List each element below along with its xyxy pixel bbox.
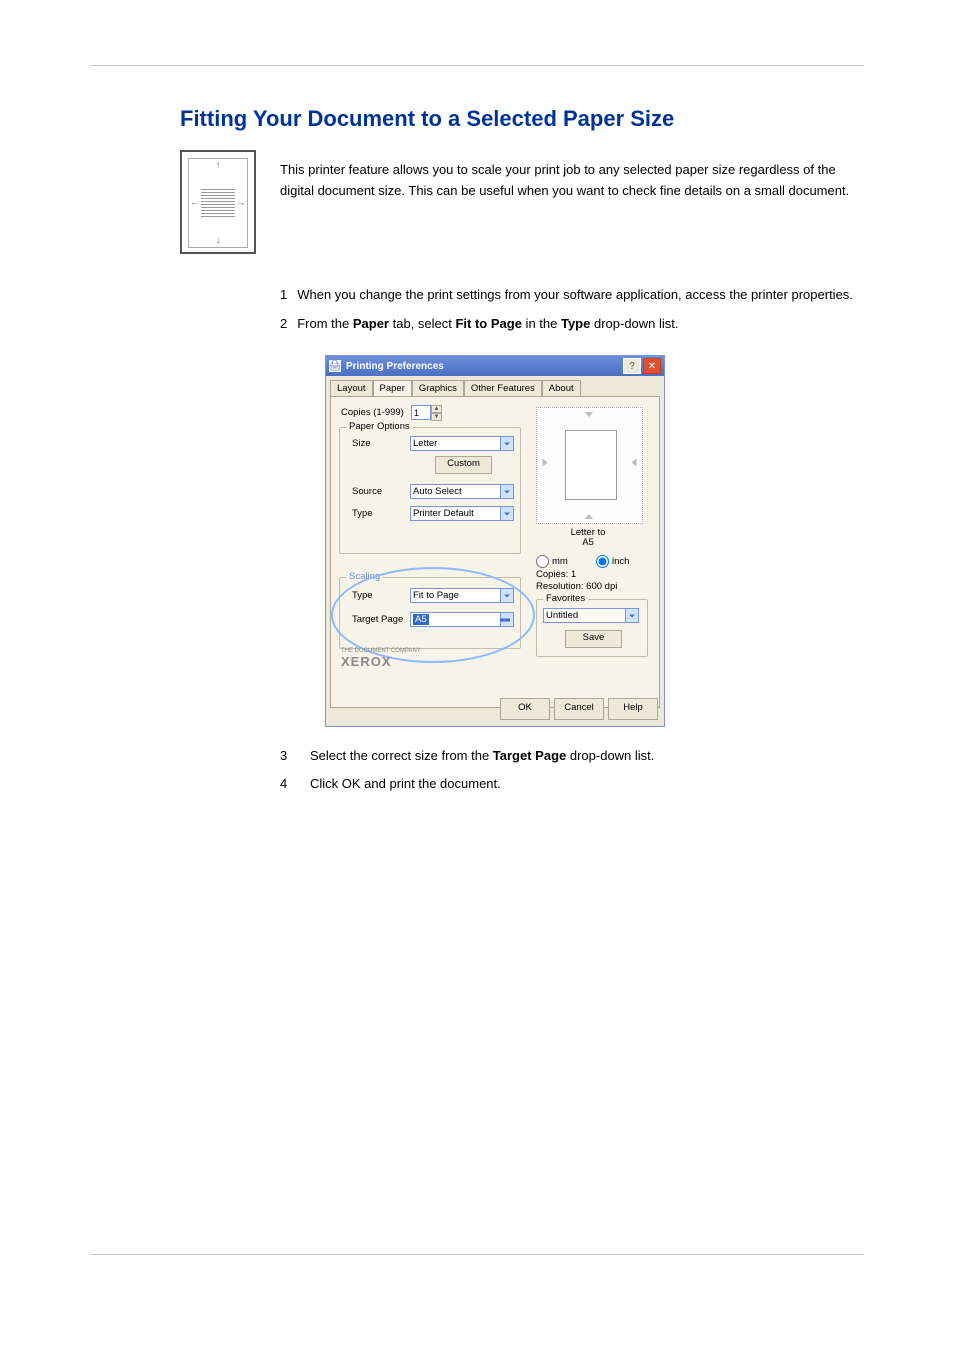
chevron-down-icon [629,614,635,617]
step-3-number: 3 [280,745,310,767]
dialog-titlebar: 🖨 Printing Preferences ? ✕ [326,356,664,376]
unit-inch-radio[interactable]: inch [596,555,629,568]
fit-to-page-illustration: ↑ ↓ ← → [180,150,256,254]
copies-label: Copies (1-999) [341,407,404,418]
favorites-group: Favorites Untitled Save [536,599,648,657]
step-3-text: Select the correct size from the Target … [310,745,654,767]
chevron-down-icon [500,618,510,621]
copies-up[interactable]: ▲ [431,405,442,413]
chevron-down-icon [504,512,510,515]
step-2-text: From the Paper tab, select Fit to Page i… [297,314,678,335]
printing-preferences-dialog: 🖨 Printing Preferences ? ✕ Layout Paper … [325,355,665,727]
tab-other-features[interactable]: Other Features [464,380,542,396]
tab-strip: Layout Paper Graphics Other Features Abo… [330,380,660,396]
paper-type-label: Type [352,508,373,519]
status-copies: Copies: 1 [536,569,576,580]
paper-type-select[interactable]: Printer Default [410,506,514,521]
tab-graphics[interactable]: Graphics [412,380,464,396]
help-titlebar-button[interactable]: ? [623,358,641,374]
save-favorites-button[interactable]: Save [565,630,622,648]
unit-mm-radio[interactable]: mm [536,555,568,568]
cancel-button[interactable]: Cancel [554,698,604,720]
size-select[interactable]: Letter [410,436,514,451]
favorites-legend: Favorites [543,593,588,604]
step-1-text: When you change the print settings from … [297,285,853,306]
close-button[interactable]: ✕ [643,358,661,374]
tab-layout[interactable]: Layout [330,380,373,396]
triangle-icon [585,412,593,417]
chevron-down-icon [504,490,510,493]
step-1-number: 1 [280,285,297,306]
scaling-type-label: Type [352,590,373,601]
custom-button[interactable]: Custom [435,456,492,474]
tab-paper[interactable]: Paper [373,380,412,396]
target-page-select[interactable]: A5 [410,612,514,627]
preview-page [565,430,617,500]
triangle-icon [632,459,637,467]
scaling-group: Scaling Type Fit to Page Target Page A5 [339,577,521,649]
help-button[interactable]: Help [608,698,658,720]
copies-down[interactable]: ▼ [431,413,442,421]
step-2-number: 2 [280,314,297,335]
tab-panel-paper: Copies (1-999) ▲▼ Paper Options Size Let… [330,396,660,708]
copies-spinner[interactable]: ▲▼ [411,405,443,420]
step-4-text: Click OK and print the document. [310,773,501,795]
preview-label-line2: A5 [563,537,613,548]
source-label: Source [352,486,382,497]
triangle-icon [543,459,548,467]
step-4-number: 4 [280,773,310,795]
intro-paragraph: This printer feature allows you to scale… [280,160,854,202]
triangle-icon [585,514,593,519]
page-heading: Fitting Your Document to a Selected Pape… [180,106,674,132]
brand-footer: THE DOCUMENT COMPANY XEROX [341,648,421,669]
paper-options-legend: Paper Options [346,421,413,432]
scaling-type-select[interactable]: Fit to Page [410,588,514,603]
dialog-title: Printing Preferences [346,361,621,372]
printer-icon: 🖨 [329,360,341,372]
scaling-legend: Scaling [346,571,383,582]
source-select[interactable]: Auto Select [410,484,514,499]
favorites-select[interactable]: Untitled [543,608,639,623]
copies-input[interactable] [411,405,431,420]
size-label: Size [352,438,370,449]
preview-area [536,407,643,524]
chevron-down-icon [504,442,510,445]
target-page-label: Target Page [352,614,403,625]
paper-options-group: Paper Options Size Letter Custom Source … [339,427,521,554]
status-resolution: Resolution: 600 dpi [536,581,617,592]
chevron-down-icon [504,594,510,597]
ok-button[interactable]: OK [500,698,550,720]
tab-about[interactable]: About [542,380,581,396]
